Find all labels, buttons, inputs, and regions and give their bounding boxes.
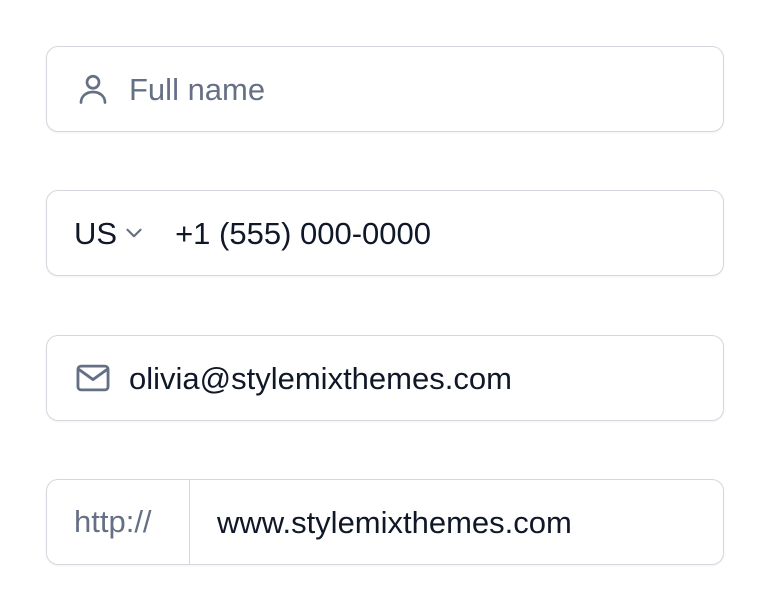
phone-field[interactable]: US +1 (555) 000-0000 [46, 190, 724, 276]
country-code[interactable]: US [74, 218, 117, 249]
mail-icon [73, 358, 113, 398]
website-field[interactable]: http:// www.stylemixthemes.com [46, 479, 724, 565]
user-icon [73, 69, 113, 109]
chevron-down-icon[interactable] [121, 220, 147, 246]
country-select[interactable]: US [74, 191, 147, 275]
url-prefix: http:// [47, 480, 190, 564]
email-field[interactable]: olivia@stylemixthemes.com [46, 335, 724, 421]
website-input[interactable]: www.stylemixthemes.com [217, 507, 572, 538]
email-input[interactable]: olivia@stylemixthemes.com [129, 363, 512, 394]
phone-number-input[interactable]: +1 (555) 000-0000 [175, 218, 431, 249]
full-name-placeholder[interactable]: Full name [129, 74, 265, 105]
full-name-field[interactable]: Full name [46, 46, 724, 132]
